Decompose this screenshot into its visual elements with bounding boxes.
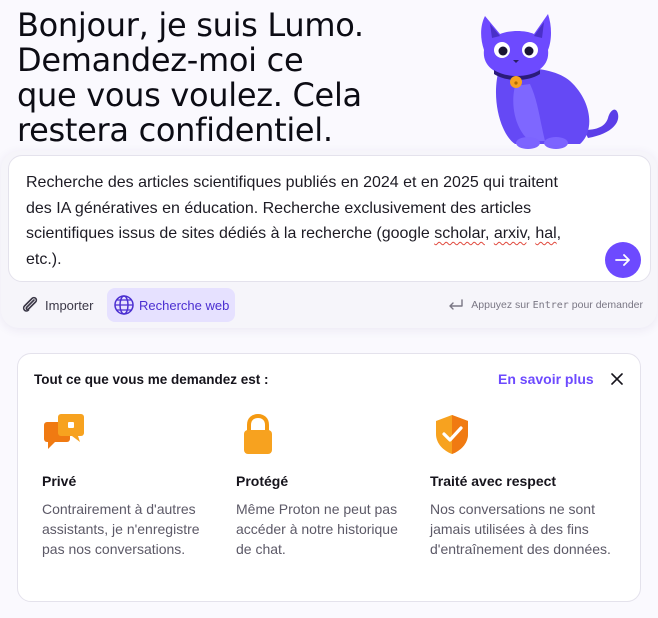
feature-title: Privé	[42, 473, 77, 489]
feature-description: Nos conversations ne sont jamais utilisé…	[430, 501, 611, 557]
feature-description: Contrairement à d'autres assistants, je …	[42, 501, 200, 557]
close-card-button[interactable]	[606, 368, 628, 390]
enter-hint: Appuyez sur Entrer pour demander	[447, 298, 643, 312]
feature-title: Protégé	[236, 473, 289, 489]
globe-icon	[114, 295, 134, 315]
paperclip-icon	[22, 296, 38, 312]
chat-bubbles-icon	[44, 414, 84, 449]
web-search-label: Recherche web	[139, 297, 230, 313]
hero-title: Bonjour, je suis Lumo. Demandez-moi ce q…	[17, 6, 364, 149]
feature-protected: Protégé Même Proton ne peut pas accéder …	[236, 412, 416, 559]
import-label: Importer	[45, 297, 94, 313]
web-search-toggle[interactable]: Recherche web	[107, 288, 236, 322]
lumo-cat-mascot	[481, 14, 619, 149]
shield-check-icon	[436, 415, 468, 454]
enter-key-label: Entrer	[532, 299, 569, 311]
send-button[interactable]	[605, 242, 641, 278]
close-icon	[611, 373, 623, 385]
feature-respected: Traité avec respect Nos conversations ne…	[430, 412, 620, 559]
import-button[interactable]: Importer	[13, 288, 99, 322]
composer-panel: Recherche des articles scientifiques pub…	[1, 151, 657, 328]
privacy-info-card: Tout ce que vous me demandez est : En sa…	[17, 353, 641, 602]
feature-description: Même Proton ne peut pas accéder à notre …	[236, 501, 398, 557]
prompt-text[interactable]: Recherche des articles scientifiques pub…	[26, 170, 586, 272]
arrow-right-icon	[615, 254, 630, 266]
feature-private: Privé Contrairement à d'autres assistant…	[42, 412, 222, 559]
card-heading: Tout ce que vous me demandez est :	[34, 372, 269, 387]
lock-icon	[244, 413, 272, 454]
enter-key-icon	[449, 299, 463, 310]
learn-more-link[interactable]: En savoir plus	[498, 371, 594, 387]
prompt-input[interactable]: Recherche des articles scientifiques pub…	[8, 155, 651, 282]
feature-title: Traité avec respect	[430, 473, 557, 489]
